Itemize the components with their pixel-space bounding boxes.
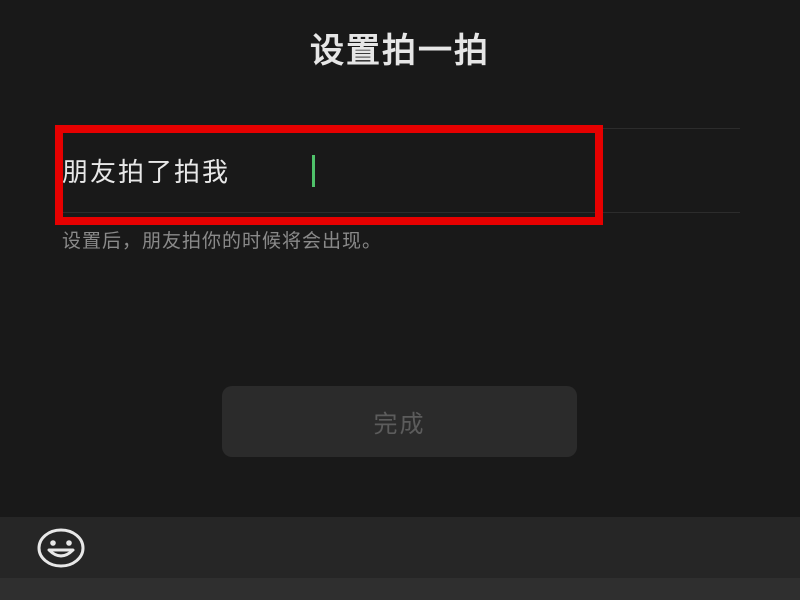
page-title: 设置拍一拍 <box>310 31 490 71</box>
input-bottom-divider <box>62 212 740 213</box>
pat-settings-screen: 设置拍一拍 朋友拍了拍我 设置后，朋友拍你的时候将会出现。 完成 <box>0 0 800 600</box>
text-cursor <box>312 155 315 187</box>
pat-input-row[interactable]: 朋友拍了拍我 <box>62 129 740 212</box>
keyboard-toolbar <box>0 517 800 578</box>
pat-suffix-input[interactable] <box>250 139 740 202</box>
emoji-button[interactable] <box>36 527 86 569</box>
keyboard-top-edge <box>0 578 800 600</box>
pat-prefix-label: 朋友拍了拍我 <box>62 158 231 188</box>
smiley-face-icon <box>37 528 85 568</box>
done-button[interactable]: 完成 <box>222 386 577 457</box>
hint-text: 设置后，朋友拍你的时候将会出现。 <box>62 230 383 252</box>
